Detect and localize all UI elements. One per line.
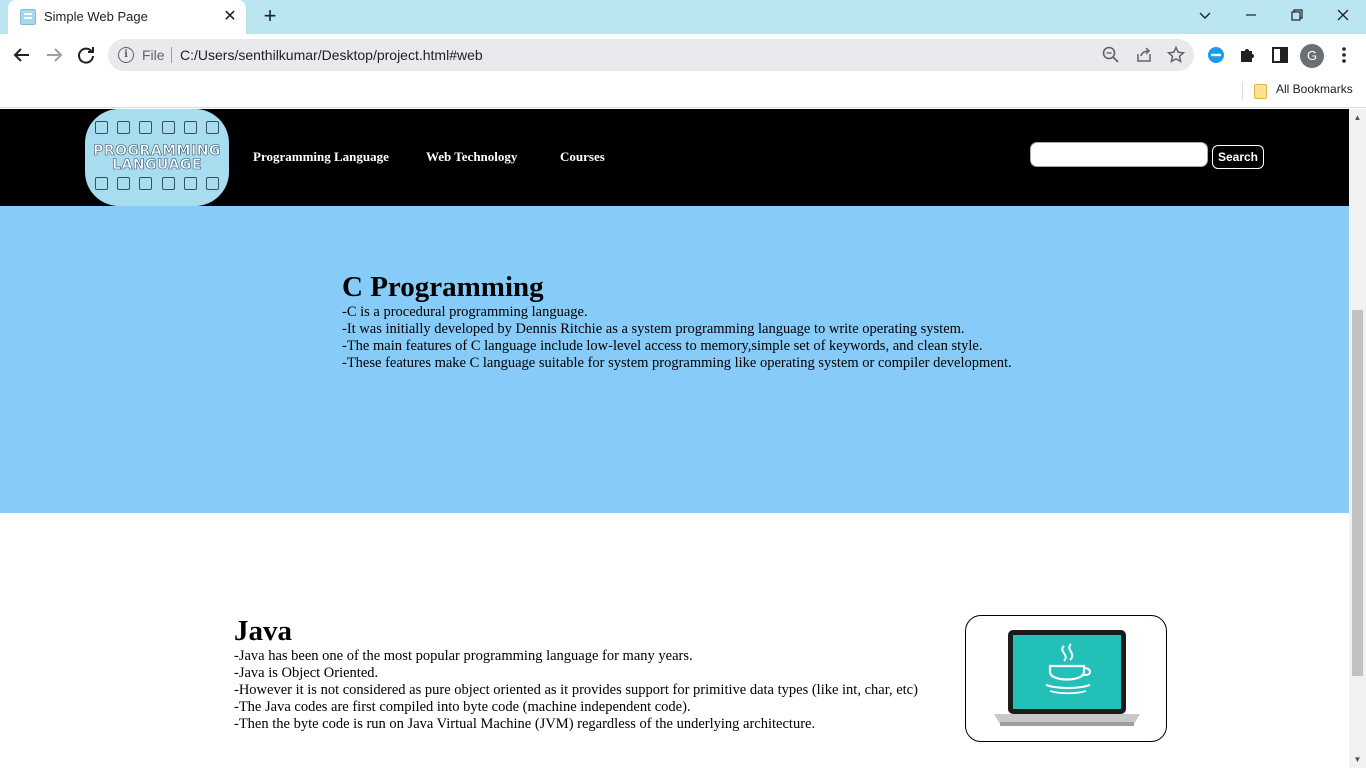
browser-tab-strip: Simple Web Page ✕ +	[0, 0, 1366, 34]
new-tab-button[interactable]: +	[258, 5, 282, 29]
laptop-java-logo-icon	[965, 615, 1167, 742]
scroll-down-arrow-icon[interactable]: ▼	[1349, 751, 1366, 768]
java-line: -However it is not considered as pure ob…	[234, 682, 918, 698]
c-line: -The main features of C language include…	[342, 338, 983, 354]
extensions-puzzle-icon[interactable]	[1237, 44, 1259, 66]
folder-icon[interactable]	[1254, 84, 1267, 99]
back-arrow-icon[interactable]	[10, 43, 34, 67]
scroll-thumb[interactable]	[1352, 310, 1363, 676]
browser-toolbar: i File C:/Users/senthilkumar/Desktop/pro…	[0, 34, 1366, 76]
c-programming-title: C Programming	[342, 271, 544, 303]
tab-title: Simple Web Page	[44, 9, 148, 24]
nav-web-technology[interactable]: Web Technology	[426, 149, 517, 165]
logo-text-line2: LANGUAGE	[112, 157, 202, 174]
page-favicon-icon	[20, 9, 36, 25]
bookmarks-bar: All Bookmarks	[0, 76, 1366, 108]
tab-close-icon[interactable]: ✕	[220, 7, 240, 27]
site-header: PROGRAMMING LANGUAGE Programming Languag…	[0, 109, 1349, 206]
zoom-icon[interactable]	[1101, 45, 1121, 65]
bookmarks-divider	[1242, 82, 1243, 100]
c-line: -It was initially developed by Dennis Ri…	[342, 321, 965, 337]
browser-tab[interactable]: Simple Web Page ✕	[8, 0, 246, 34]
site-info-icon[interactable]: i	[118, 47, 134, 63]
java-line: -The Java codes are first compiled into …	[234, 699, 691, 715]
nav-programming-language[interactable]: Programming Language	[253, 149, 389, 165]
omnibox-divider	[171, 47, 172, 63]
java-line: -Java has been one of the most popular p…	[234, 648, 693, 664]
forward-arrow-icon[interactable]	[42, 43, 66, 67]
java-title: Java	[234, 615, 292, 647]
c-programming-section: C Programming -C is a procedural program…	[0, 206, 1349, 513]
nav-courses[interactable]: Courses	[560, 149, 605, 165]
tab-search-icon[interactable]	[1182, 0, 1228, 30]
c-line: -C is a procedural programming language.	[342, 304, 588, 320]
search-button[interactable]: Search	[1212, 145, 1264, 169]
close-window-icon[interactable]	[1320, 0, 1366, 30]
minimize-icon[interactable]	[1228, 0, 1274, 30]
side-panel-icon[interactable]	[1269, 44, 1291, 66]
extension-blue-icon[interactable]	[1205, 44, 1227, 66]
logo-icon-row-top	[95, 118, 219, 136]
url-text[interactable]: C:/Users/senthilkumar/Desktop/project.ht…	[180, 47, 483, 63]
c-line: -These features make C language suitable…	[342, 355, 1012, 371]
url-scheme-label: File	[142, 47, 165, 63]
reload-icon[interactable]	[74, 43, 98, 67]
search-input[interactable]	[1030, 142, 1208, 167]
java-line: -Java is Object Oriented.	[234, 665, 379, 681]
bookmark-star-icon[interactable]	[1166, 45, 1186, 65]
address-bar[interactable]: i File C:/Users/senthilkumar/Desktop/pro…	[108, 39, 1194, 71]
page-viewport: PROGRAMMING LANGUAGE Programming Languag…	[0, 109, 1349, 768]
scroll-up-arrow-icon[interactable]: ▲	[1349, 109, 1366, 126]
more-menu-icon[interactable]	[1333, 44, 1355, 66]
all-bookmarks-link[interactable]: All Bookmarks	[1276, 82, 1353, 96]
share-icon[interactable]	[1134, 45, 1154, 65]
c-programming-content: C Programming -C is a procedural program…	[342, 270, 1012, 372]
java-line: -Then the byte code is run on Java Virtu…	[234, 716, 816, 732]
site-logo[interactable]: PROGRAMMING LANGUAGE	[85, 109, 229, 206]
restore-icon[interactable]	[1274, 0, 1320, 30]
logo-icon-row-bottom	[95, 174, 219, 192]
java-section: Java -Java has been one of the most popu…	[234, 614, 918, 733]
profile-avatar[interactable]: G	[1300, 44, 1324, 68]
page-scrollbar[interactable]: ▲ ▼	[1349, 109, 1366, 768]
